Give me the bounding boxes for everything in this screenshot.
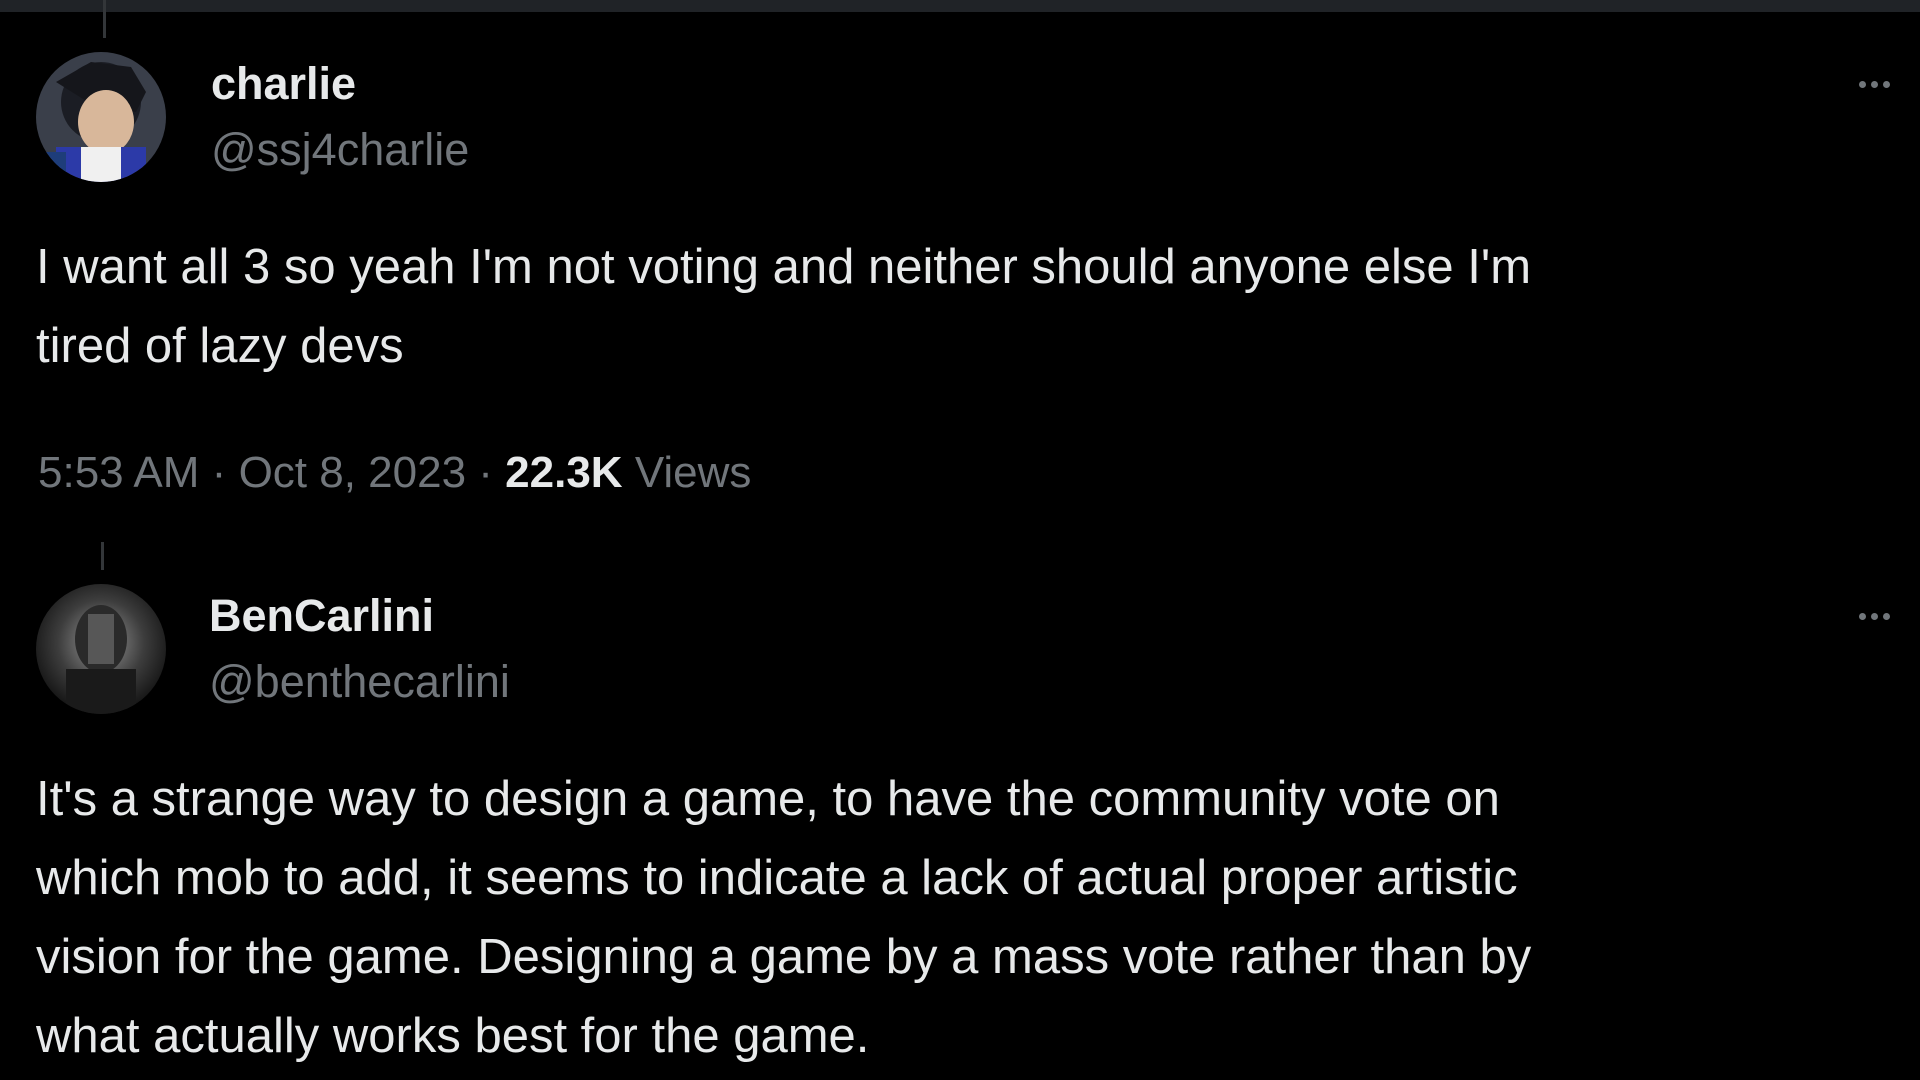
- more-horizontal-icon: [1882, 612, 1890, 620]
- views-label: Views: [634, 448, 752, 497]
- tweet-text-line: tired of lazy devs: [36, 319, 404, 373]
- avatar-image: [36, 584, 166, 714]
- tweet-date[interactable]: Oct 8, 2023: [239, 448, 466, 497]
- more-options-button[interactable]: [1844, 64, 1904, 104]
- tweet-text-line: vision for the game. Designing a game by…: [36, 930, 1532, 984]
- avatar-image: [36, 52, 166, 182]
- avatar[interactable]: [36, 584, 166, 714]
- more-horizontal-icon: [1858, 612, 1866, 620]
- more-horizontal-icon: [1882, 80, 1890, 88]
- tweet-meta: 5:53 AM · Oct 8, 2023 · 22.3K Views: [38, 448, 751, 498]
- more-horizontal-icon: [1870, 612, 1878, 620]
- avatar[interactable]: [36, 52, 166, 182]
- more-horizontal-icon: [1870, 80, 1878, 88]
- tweet-time[interactable]: 5:53 AM: [38, 448, 199, 497]
- meta-separator: ·: [478, 448, 493, 497]
- more-horizontal-icon: [1858, 80, 1866, 88]
- display-name[interactable]: BenCarlini: [209, 590, 434, 642]
- tweet-text: I want all 3 so yeah I'm not voting and …: [36, 228, 1531, 386]
- more-options-button[interactable]: [1844, 596, 1904, 636]
- tweet-text-line: It's a strange way to design a game, to …: [36, 772, 1500, 826]
- tweet-bencarlini[interactable]: BenCarlini @benthecarlini It's a strange…: [0, 560, 1920, 1080]
- views-count[interactable]: 22.3K: [505, 448, 622, 497]
- meta-separator: ·: [211, 448, 227, 497]
- tweet-text-line: I want all 3 so yeah I'm not voting and …: [36, 240, 1532, 294]
- tweet-text-line: what actually works best for the game.: [36, 1009, 870, 1063]
- display-name[interactable]: charlie: [211, 58, 356, 110]
- user-handle[interactable]: @benthecarlini: [209, 656, 510, 708]
- tweet-text: It's a strange way to design a game, to …: [36, 760, 1531, 1076]
- user-handle[interactable]: @ssj4charlie: [211, 124, 469, 176]
- tweet-text-line: which mob to add, it seems to indicate a…: [36, 851, 1518, 905]
- tweet-charlie[interactable]: charlie @ssj4charlie I want all 3 so yea…: [0, 0, 1920, 520]
